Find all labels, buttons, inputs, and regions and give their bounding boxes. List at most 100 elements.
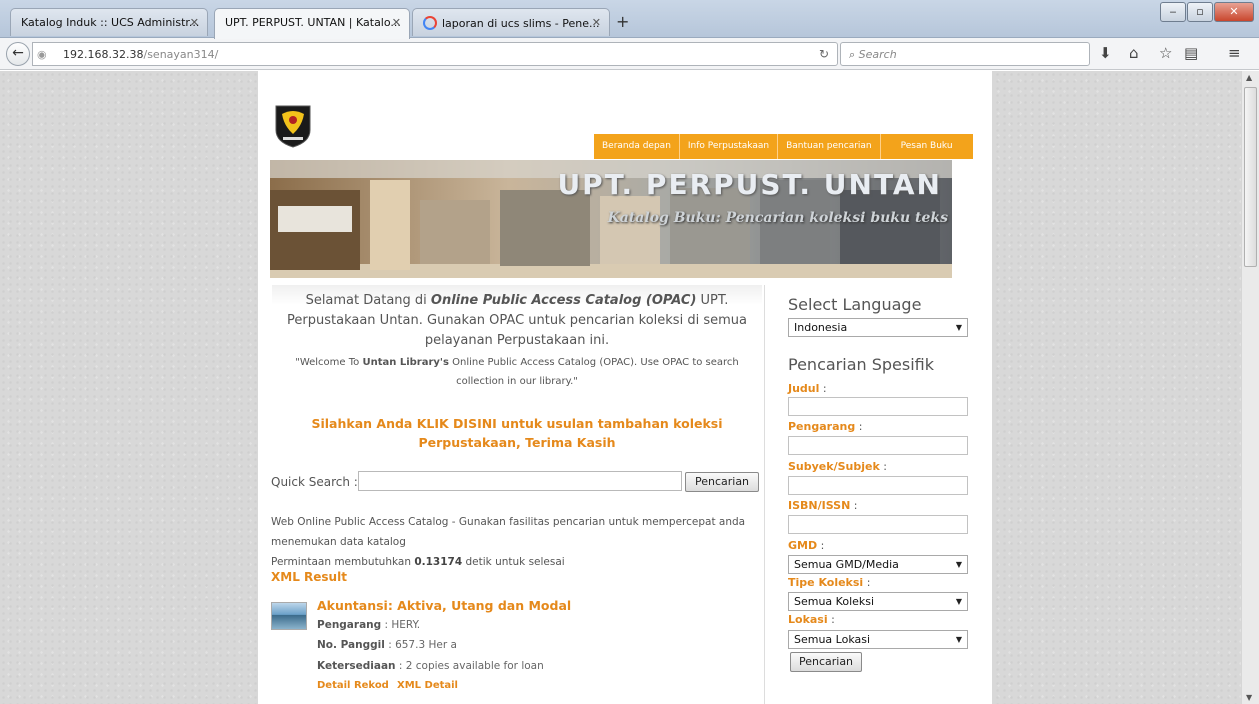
vertical-scrollbar[interactable]: ▲ ▼ xyxy=(1241,71,1259,704)
isbn-input[interactable] xyxy=(788,515,968,534)
globe-icon: ◉ xyxy=(37,48,47,61)
scroll-up-icon[interactable]: ▲ xyxy=(1246,73,1252,82)
subyek-label: Subyek/Subjek : xyxy=(788,460,887,473)
quick-search-button[interactable]: Pencarian xyxy=(685,472,759,492)
pengarang-label: Pengarang : xyxy=(788,420,862,433)
subyek-input[interactable] xyxy=(788,476,968,495)
bookmarks-list-icon[interactable]: ▤ xyxy=(1184,44,1198,62)
call-label: No. Panggil xyxy=(317,639,385,651)
query-time-prefix: Permintaan membutuhkan xyxy=(271,556,415,568)
result-call-number: No. Panggil : 657.3 Her a xyxy=(317,639,457,651)
judul-label-text: Judul xyxy=(788,382,820,395)
url-bar[interactable]: ◉ 192.168.32.38/senayan314/ ↻ xyxy=(32,42,838,66)
menu-icon[interactable]: ≡ xyxy=(1228,44,1241,62)
avail-label: Ketersediaan xyxy=(317,660,396,672)
info-description: Web Online Public Access Catalog - Gunak… xyxy=(271,516,746,548)
welcome-box: Selamat Datang di Online Public Access C… xyxy=(272,285,762,393)
colon: : xyxy=(817,539,825,552)
tipe-value: Semua Koleksi xyxy=(794,595,875,608)
query-time-value: 0.13174 xyxy=(414,556,463,568)
call-value: : 657.3 Her a xyxy=(384,639,457,651)
url-host: 192.168.32.38 xyxy=(63,48,144,61)
maximize-button[interactable]: ▫ xyxy=(1187,2,1213,22)
tab-label: UPT. PERPUST. UNTAN | Katalo... xyxy=(225,16,401,29)
lokasi-label: Lokasi : xyxy=(788,613,835,626)
colon: : xyxy=(850,499,858,512)
search-info: Web Online Public Access Catalog - Gunak… xyxy=(271,512,761,572)
tab-close-icon[interactable]: ✕ xyxy=(592,16,601,29)
gmd-select[interactable]: Semua GMD/Media ▼ xyxy=(788,555,968,574)
detail-record-link[interactable]: Detail Rekod xyxy=(317,680,389,691)
page-viewport: Beranda depan Info Perpustakaan Bantuan … xyxy=(0,71,1241,704)
url-path: /senayan314/ xyxy=(143,48,219,61)
new-tab-button[interactable]: + xyxy=(616,12,629,31)
gmd-label: GMD : xyxy=(788,539,824,552)
avail-value: : 2 copies available for loan xyxy=(395,660,544,672)
bookmark-star-icon[interactable]: ☆ xyxy=(1159,44,1172,62)
reload-icon[interactable]: ↻ xyxy=(819,47,829,61)
query-time: Permintaan membutuhkan 0.13174 detik unt… xyxy=(271,552,761,572)
author-value: : HERY. xyxy=(381,619,421,631)
page-container: Beranda depan Info Perpustakaan Bantuan … xyxy=(258,71,992,704)
xml-result-link[interactable]: XML Result xyxy=(271,570,347,584)
tab-katalog-induk[interactable]: Katalog Induk :: UCS Administr... ✕ xyxy=(10,8,208,36)
nav-info-perpustakaan[interactable]: Info Perpustakaan xyxy=(678,134,777,159)
quick-search-label: Quick Search : xyxy=(271,475,358,489)
book-thumbnail xyxy=(271,602,307,630)
welcome-en-prefix: "Welcome To xyxy=(295,357,363,368)
suggestion-link[interactable]: Silahkan Anda KLIK DISINI untuk usulan t… xyxy=(272,414,762,452)
result-author: Pengarang : HERY. xyxy=(317,619,420,631)
search-placeholder: Search xyxy=(858,48,897,61)
judul-input[interactable] xyxy=(788,397,968,416)
welcome-en-suffix: Online Public Access Catalog (OPAC). Use… xyxy=(448,357,739,387)
home-icon[interactable]: ⌂ xyxy=(1129,44,1139,62)
colon: : xyxy=(855,420,863,433)
isbn-label: ISBN/ISSN : xyxy=(788,499,857,512)
google-icon xyxy=(423,16,437,30)
tab-opac[interactable]: UPT. PERPUST. UNTAN | Katalo... ✕ xyxy=(214,8,410,39)
banner-title: UPT. PERPUST. UNTAN xyxy=(557,168,942,201)
chevron-down-icon: ▼ xyxy=(955,635,962,644)
nav-bantuan-pencarian[interactable]: Bantuan pencarian xyxy=(777,134,880,159)
advanced-search-heading: Pencarian Spesifik xyxy=(788,355,934,374)
language-heading: Select Language xyxy=(788,295,922,314)
chevron-down-icon: ▼ xyxy=(955,597,962,606)
result-availability: Ketersediaan : 2 copies available for lo… xyxy=(317,660,544,672)
colon: : xyxy=(819,382,827,395)
chevron-down-icon: ▼ xyxy=(955,560,962,569)
browser-search-input[interactable]: ⌕ Search xyxy=(840,42,1090,66)
pengarang-input[interactable] xyxy=(788,436,968,455)
gmd-label-text: GMD xyxy=(788,539,818,552)
minimize-button[interactable]: ‒ xyxy=(1160,2,1186,22)
download-icon[interactable]: ⬇ xyxy=(1099,44,1112,62)
tab-label: laporan di ucs slims - Pene... xyxy=(442,17,600,30)
result-title[interactable]: Akuntansi: Aktiva, Utang dan Modal xyxy=(317,598,571,613)
back-button[interactable]: ← xyxy=(6,42,30,66)
pengarang-label-text: Pengarang xyxy=(788,420,856,433)
banner-subtitle: Katalog Buku: Pencarian koleksi buku tek… xyxy=(607,210,948,226)
quick-search-input[interactable] xyxy=(358,471,682,491)
browser-titlebar: Katalog Induk :: UCS Administr... ✕ UPT.… xyxy=(0,0,1259,39)
colon: : xyxy=(879,460,887,473)
nav-pesan-buku[interactable]: Pesan Buku xyxy=(879,134,973,159)
language-select[interactable]: Indonesia ▼ xyxy=(788,318,968,337)
tab-close-icon[interactable]: ✕ xyxy=(392,16,401,29)
colon: : xyxy=(863,576,871,589)
tab-close-icon[interactable]: ✕ xyxy=(190,16,199,29)
gmd-value: Semua GMD/Media xyxy=(794,558,899,571)
tipe-koleksi-select[interactable]: Semua Koleksi ▼ xyxy=(788,592,968,611)
xml-detail-link[interactable]: XML Detail xyxy=(397,680,458,691)
query-time-suffix: detik untuk selesai xyxy=(462,556,565,568)
window-close-button[interactable]: ✕ xyxy=(1214,2,1254,22)
lokasi-select[interactable]: Semua Lokasi ▼ xyxy=(788,630,968,649)
tab-google-search[interactable]: laporan di ucs slims - Pene... ✕ xyxy=(412,8,610,36)
tipe-label-text: Tipe Koleksi xyxy=(788,576,864,589)
scroll-down-icon[interactable]: ▼ xyxy=(1246,693,1252,702)
advanced-search-button[interactable]: Pencarian xyxy=(790,652,862,672)
nav-beranda[interactable]: Beranda depan xyxy=(594,134,679,159)
language-value: Indonesia xyxy=(794,321,848,334)
scrollbar-thumb[interactable] xyxy=(1244,87,1257,267)
search-icon: ⌕ xyxy=(849,48,856,61)
university-logo xyxy=(275,105,311,148)
welcome-prefix: Selamat Datang di xyxy=(305,293,431,308)
